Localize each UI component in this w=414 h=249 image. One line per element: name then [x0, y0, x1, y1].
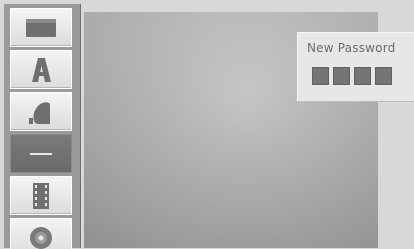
letter-a-icon [26, 56, 56, 84]
dvd-setup-screen: New Password [0, 0, 414, 249]
disc-tray-icon [23, 15, 59, 41]
password-input[interactable] [312, 67, 392, 85]
password-digit-slot[interactable] [375, 67, 392, 85]
password-title: New Password [307, 41, 396, 55]
password-digit-slot[interactable] [333, 67, 350, 85]
film-strip-icon [26, 181, 56, 211]
menu-item-language[interactable] [10, 50, 72, 89]
password-panel: New Password [297, 32, 414, 102]
audio-shapes-icon [24, 98, 58, 126]
menu-item-lock[interactable] [10, 134, 72, 173]
menu-item-others[interactable] [10, 218, 72, 249]
password-digit-slot[interactable] [354, 67, 371, 85]
setup-menu-rail [4, 4, 81, 249]
menu-item-disc[interactable] [10, 8, 72, 47]
dash-icon [26, 149, 56, 159]
menu-item-video[interactable] [10, 176, 72, 215]
password-digit-slot[interactable] [312, 67, 329, 85]
menu-item-audio[interactable] [10, 92, 72, 131]
disc-icon [27, 224, 55, 249]
